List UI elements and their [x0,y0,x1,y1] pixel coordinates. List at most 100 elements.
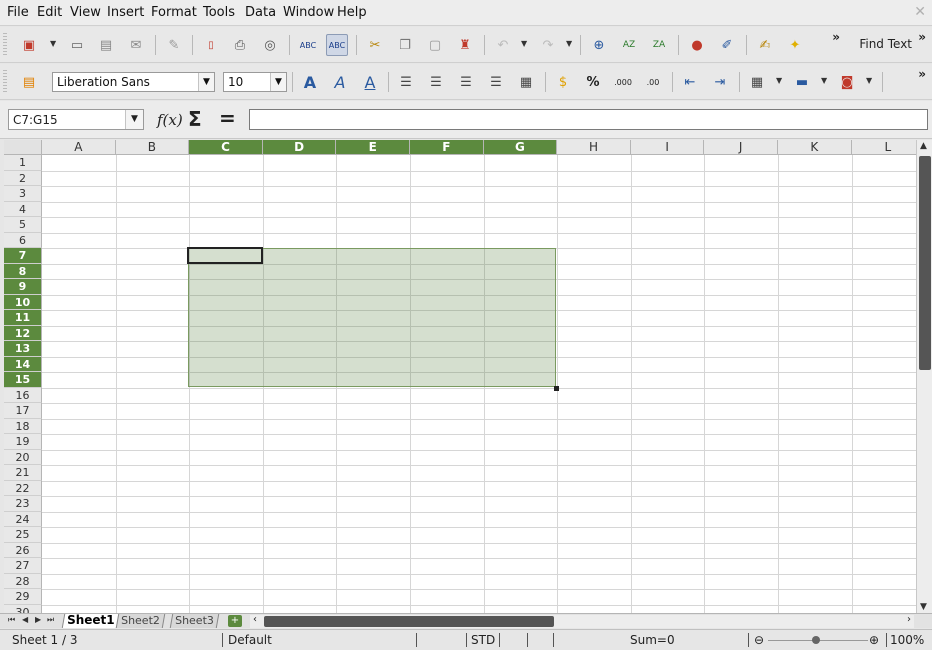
cut-icon[interactable]: ✂ [364,34,386,56]
sheet-tab-sheet2[interactable]: Sheet2 [115,614,166,628]
redo-dropdown-arrow[interactable]: ▼ [566,39,572,48]
function-wizard-icon[interactable]: f(x) [157,111,183,129]
toolbar-grip[interactable] [3,70,7,94]
row-header-10[interactable]: 10 [4,294,42,310]
standard-format-icon[interactable]: .000 [612,71,634,93]
sort-ascending-icon[interactable]: AZ [618,34,640,56]
undo-dropdown-arrow[interactable]: ▼ [521,39,527,48]
new-dropdown-arrow[interactable]: ▼ [50,39,56,48]
font-color-icon[interactable]: ◙ [836,71,858,93]
menu-tools[interactable]: Tools [203,5,235,20]
selection-range[interactable] [188,248,556,387]
row-header-8[interactable]: 8 [4,263,42,279]
horizontal-scroll-thumb[interactable] [264,616,554,627]
page-style[interactable]: Default [228,633,272,647]
column-header-a[interactable]: A [42,140,116,155]
column-header-h[interactable]: H [557,140,631,155]
toolbar-overflow-icon[interactable]: » [918,30,926,44]
function-icon[interactable]: = [219,106,236,130]
column-header-k[interactable]: K [778,140,852,155]
vertical-scrollbar[interactable]: ▲ ▼ [916,140,932,613]
percent-format-icon[interactable]: % [582,71,604,93]
row-header-6[interactable]: 6 [4,232,42,248]
font-name-combobox[interactable]: Liberation Sans ▼ [52,72,215,92]
row-header-25[interactable]: 25 [4,527,42,543]
scroll-left-icon[interactable]: ‹ [253,614,257,625]
row-header-23[interactable]: 23 [4,496,42,512]
spreadsheet-grid[interactable]: ABCDEFGHIJKL 1 2 3 4 5 6 7 8 9 10 11 12 13 14 15 16 17 18… [0,140,932,613]
zoom-out-icon[interactable]: ⊖ [754,633,764,647]
row-header-13[interactable]: 13 [4,341,42,357]
row-header-24[interactable]: 24 [4,511,42,527]
column-header-f[interactable]: F [410,140,484,155]
italic-icon[interactable]: A [329,71,351,93]
autospellcheck-icon[interactable]: ABC [326,34,348,56]
styles-formatting-icon[interactable]: ▤ [18,71,40,93]
row-header-15[interactable]: 15 [4,372,42,388]
chevron-down-icon[interactable]: ▼ [125,110,143,129]
horizontal-scrollbar[interactable]: ‹ › [250,614,914,628]
sum-icon[interactable]: Σ [188,107,202,131]
close-icon[interactable]: ✕ [914,4,926,20]
chevron-down-icon[interactable]: ▼ [270,73,286,91]
email-icon[interactable]: ✉ [125,34,147,56]
name-box[interactable]: C7:G15 ▼ [8,109,144,130]
row-header-14[interactable]: 14 [4,356,42,372]
row-header-1[interactable]: 1 [4,155,42,171]
merge-cells-icon[interactable]: ▦ [515,71,537,93]
add-sheet-icon[interactable]: + [228,615,242,627]
column-header-e[interactable]: E [336,140,410,155]
sum-value[interactable]: Sum=0 [630,633,675,647]
row-header-16[interactable]: 16 [4,387,42,403]
draw-functions-icon[interactable]: ✐ [716,34,738,56]
row-header-3[interactable]: 3 [4,186,42,202]
export-pdf-icon[interactable]: ▯ [200,34,222,56]
row-header-17[interactable]: 17 [4,403,42,419]
menu-data[interactable]: Data [245,5,276,20]
insert-chart-icon[interactable]: ● [686,34,708,56]
row-header-30[interactable]: 30 [4,604,42,613]
edit-file-icon[interactable]: ✎ [163,34,185,56]
toolbar-overflow-icon[interactable]: » [832,30,840,44]
row-header-21[interactable]: 21 [4,465,42,481]
row-header-9[interactable]: 9 [4,279,42,295]
formula-input[interactable] [249,109,928,130]
save-icon[interactable]: ▤ [95,34,117,56]
scroll-right-icon[interactable]: › [907,614,911,625]
column-header-l[interactable]: L [851,140,926,155]
row-header-28[interactable]: 28 [4,573,42,589]
vertical-scroll-thumb[interactable] [919,156,931,370]
next-sheet-icon[interactable]: ▶ [35,615,41,624]
redo-icon[interactable]: ↷ [537,34,559,56]
selection-mode[interactable]: STD [471,633,495,647]
column-header-c[interactable]: C [189,140,263,155]
row-header-26[interactable]: 26 [4,542,42,558]
menu-window[interactable]: Window [283,5,334,20]
zoom-in-icon[interactable]: ⊕ [869,633,879,647]
currency-format-icon[interactable]: $ [552,71,574,93]
fill-handle[interactable] [554,386,559,391]
spellcheck-icon[interactable]: ABC [297,34,319,56]
background-color-dropdown-arrow[interactable]: ▼ [821,76,827,85]
open-icon[interactable]: ▭ [66,34,88,56]
first-sheet-icon[interactable]: ⏮ [8,615,15,625]
row-header-12[interactable]: 12 [4,325,42,341]
decrease-indent-icon[interactable]: ⇤ [679,71,701,93]
row-header-22[interactable]: 22 [4,480,42,496]
prev-sheet-icon[interactable]: ◀ [22,615,28,624]
borders-dropdown-arrow[interactable]: ▼ [776,76,782,85]
scroll-up-icon[interactable]: ▲ [920,141,927,151]
row-header-4[interactable]: 4 [4,201,42,217]
active-cell[interactable] [187,247,263,264]
column-header-g[interactable]: G [483,140,558,155]
row-header-5[interactable]: 5 [4,217,42,233]
chevron-down-icon[interactable]: ▼ [198,73,214,91]
paste-icon[interactable]: ▢ [424,34,446,56]
row-header-29[interactable]: 29 [4,589,42,605]
row-header-18[interactable]: 18 [4,418,42,434]
underline-icon[interactable]: A [359,71,381,93]
undo-icon[interactable]: ↶ [492,34,514,56]
menu-edit[interactable]: Edit [37,5,62,20]
menu-view[interactable]: View [70,5,101,20]
row-header-7[interactable]: 7 [4,248,42,264]
